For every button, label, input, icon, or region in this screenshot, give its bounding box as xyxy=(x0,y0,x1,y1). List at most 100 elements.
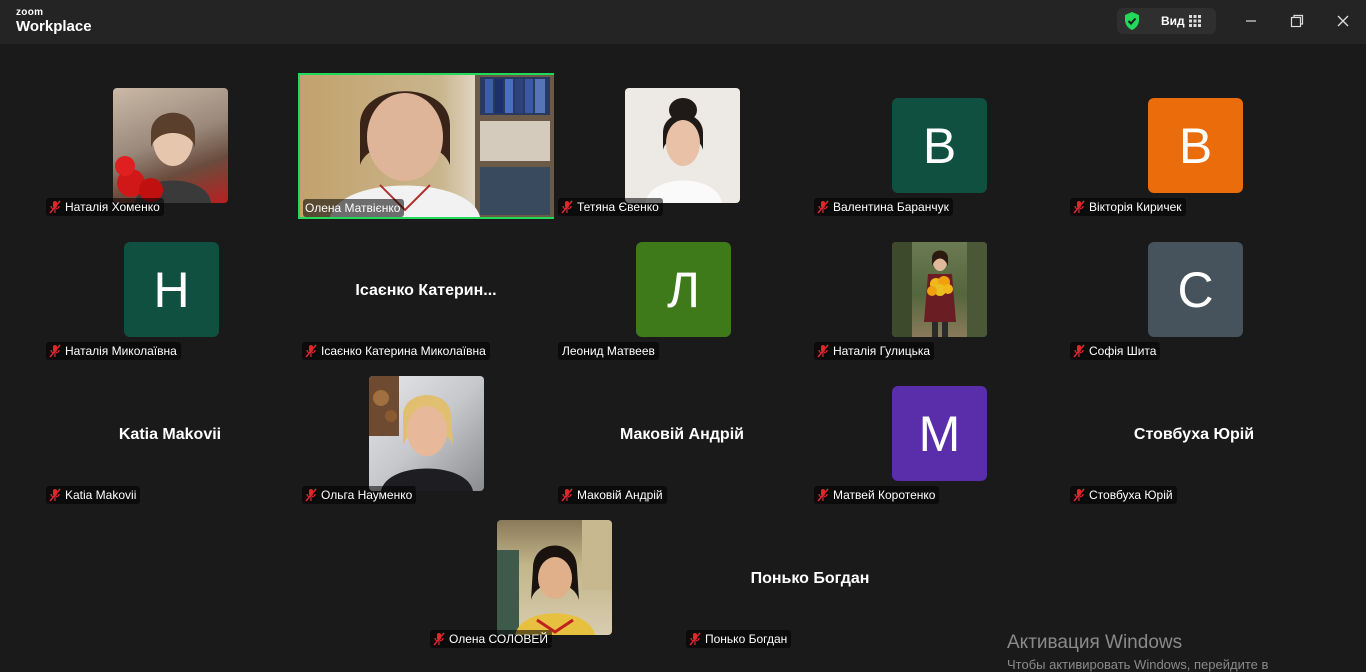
microphone-muted-icon xyxy=(433,632,445,646)
participant-tile[interactable]: Ольга Науменко xyxy=(298,362,554,506)
participant-tile[interactable]: Ісаєнко Катерин... Ісаєнко Катерина Мико… xyxy=(298,218,554,362)
participant-name: Katia Makovii xyxy=(65,488,137,502)
person-silhouette xyxy=(497,520,612,635)
view-button[interactable]: Вид xyxy=(1117,8,1216,34)
participant-name: Валентина Баранчук xyxy=(833,200,949,214)
microphone-muted-icon xyxy=(49,488,61,502)
participant-tile[interactable]: Олена СОЛОВЕЙ xyxy=(426,506,682,650)
microphone-muted-icon xyxy=(49,344,61,358)
participant-tile[interactable]: Тетяна Євенко xyxy=(554,74,810,218)
video-frame xyxy=(330,75,554,217)
participant-name-tag: Тетяна Євенко xyxy=(558,198,663,216)
participant-display-name: Понько Богдан xyxy=(750,570,870,587)
participant-name: Олена СОЛОВЕЙ xyxy=(449,632,548,646)
participant-tile[interactable]: В Вікторія Киричек xyxy=(1066,74,1322,218)
person-silhouette xyxy=(369,376,473,491)
participant-name: Ольга Науменко xyxy=(321,488,413,502)
participant-name-tag: Katia Makovii xyxy=(46,486,141,504)
microphone-muted-icon xyxy=(305,344,317,358)
participant-name-tag: Стовбуха Юрій xyxy=(1070,486,1177,504)
participant-name: Стовбуха Юрій xyxy=(1089,488,1173,502)
title-bar: zoom Workplace Вид xyxy=(0,0,1366,44)
participant-name-tag: Софія Шита xyxy=(1070,342,1161,360)
participant-name-tag: Наталія Гулицька xyxy=(814,342,935,360)
participant-photo xyxy=(497,520,612,635)
participant-photo xyxy=(369,376,484,491)
participant-name: Вікторія Киричек xyxy=(1089,200,1182,214)
participant-name: Наталія Гулицька xyxy=(833,344,931,358)
microphone-muted-icon xyxy=(817,344,829,358)
participant-name: Софія Шита xyxy=(1089,344,1157,358)
minimize-icon xyxy=(1246,20,1256,22)
avatar-initial: М xyxy=(892,386,987,481)
person-silhouette xyxy=(645,98,722,203)
avatar-initial: Н xyxy=(124,242,219,337)
close-icon xyxy=(1337,15,1349,27)
microphone-muted-icon xyxy=(689,632,701,646)
avatar-initial: В xyxy=(1148,98,1243,193)
participant-display-name: Katia Makovii xyxy=(118,426,222,443)
participant-name-tag: Олена Матвієнко xyxy=(303,199,405,217)
participant-name-tag: Олена СОЛОВЕЙ xyxy=(430,630,552,648)
participant-name: Матвей Коротенко xyxy=(833,488,936,502)
participant-tile[interactable]: Стовбуха Юрій Стовбуха Юрій xyxy=(1066,362,1322,506)
participant-name-tag: Валентина Баранчук xyxy=(814,198,953,216)
participant-video xyxy=(300,75,554,217)
microphone-muted-icon xyxy=(561,488,573,502)
participant-name-tag: Матвей Коротенко xyxy=(814,486,940,504)
participant-tile[interactable]: Н Наталія Миколаївна xyxy=(42,218,298,362)
participant-name: Леонид Матвеев xyxy=(562,344,655,358)
avatar-initial: С xyxy=(1148,242,1243,337)
microphone-muted-icon xyxy=(817,200,829,214)
participant-tile[interactable]: Katia Makovii Katia Makovii xyxy=(42,362,298,506)
participant-tile[interactable]: В Валентина Баранчук xyxy=(810,74,1066,218)
view-label: Вид xyxy=(1161,14,1185,28)
brand-small: zoom xyxy=(16,7,44,18)
microphone-muted-icon xyxy=(817,488,829,502)
participant-name-tag: Понько Богдан xyxy=(686,630,792,648)
participant-photo xyxy=(625,88,740,203)
participant-tile-active-speaker[interactable]: Олена Матвієнко xyxy=(298,73,554,219)
participant-name-tag: Вікторія Киричек xyxy=(1070,198,1186,216)
zoom-logo: zoom Workplace xyxy=(16,7,92,35)
participant-name: Наталія Миколаївна xyxy=(65,344,177,358)
participant-name: Маковій Андрій xyxy=(577,488,663,502)
participant-name: Тетяна Євенко xyxy=(577,200,659,214)
participant-name-tag: Ольга Науменко xyxy=(302,486,417,504)
participant-photo xyxy=(892,242,987,337)
participant-name: Наталія Хоменко xyxy=(65,200,160,214)
participant-name-tag: Маковій Андрій xyxy=(558,486,667,504)
participant-name: Ісаєнко Катерина Миколаївна xyxy=(321,344,486,358)
participant-tile[interactable]: Л Леонид Матвеев xyxy=(554,218,810,362)
microphone-muted-icon xyxy=(1073,200,1085,214)
participant-name: Олена Матвієнко xyxy=(305,201,401,215)
participant-tile[interactable]: С Софія Шита xyxy=(1066,218,1322,362)
brand-large: Workplace xyxy=(16,18,92,35)
participant-name: Понько Богдан xyxy=(705,632,788,646)
shield-icon xyxy=(1125,12,1139,30)
participant-tile[interactable]: Маковій Андрій Маковій Андрій xyxy=(554,362,810,506)
microphone-muted-icon xyxy=(1073,488,1085,502)
microphone-muted-icon xyxy=(305,488,317,502)
grid-icon xyxy=(1189,15,1201,27)
person-silhouette xyxy=(115,112,211,203)
restore-icon xyxy=(1290,14,1304,28)
participant-name-tag: Наталія Миколаївна xyxy=(46,342,181,360)
participant-display-name: Стовбуха Юрій xyxy=(1133,426,1255,443)
participant-name-tag: Наталія Хоменко xyxy=(46,198,164,216)
person-silhouette xyxy=(892,242,987,337)
windows-activation-watermark: Активация Windows xyxy=(1007,632,1183,653)
microphone-muted-icon xyxy=(1073,344,1085,358)
participant-tile[interactable]: Наталія Гулицька xyxy=(810,218,1066,362)
gallery-view: Наталія Хоменко Олена Матвієнко Тетяна Є… xyxy=(0,44,1366,665)
minimize-button[interactable] xyxy=(1240,10,1262,32)
microphone-muted-icon xyxy=(561,200,573,214)
participant-tile[interactable]: Наталія Хоменко xyxy=(42,74,298,218)
participant-tile[interactable]: М Матвей Коротенко xyxy=(810,362,1066,506)
participant-photo xyxy=(113,88,228,203)
avatar-initial: В xyxy=(892,98,987,193)
restore-button[interactable] xyxy=(1286,10,1308,32)
participant-tile[interactable]: Понько Богдан Понько Богдан xyxy=(682,506,938,650)
close-button[interactable] xyxy=(1332,10,1354,32)
participant-display-name: Ісаєнко Катерин... xyxy=(355,282,497,299)
